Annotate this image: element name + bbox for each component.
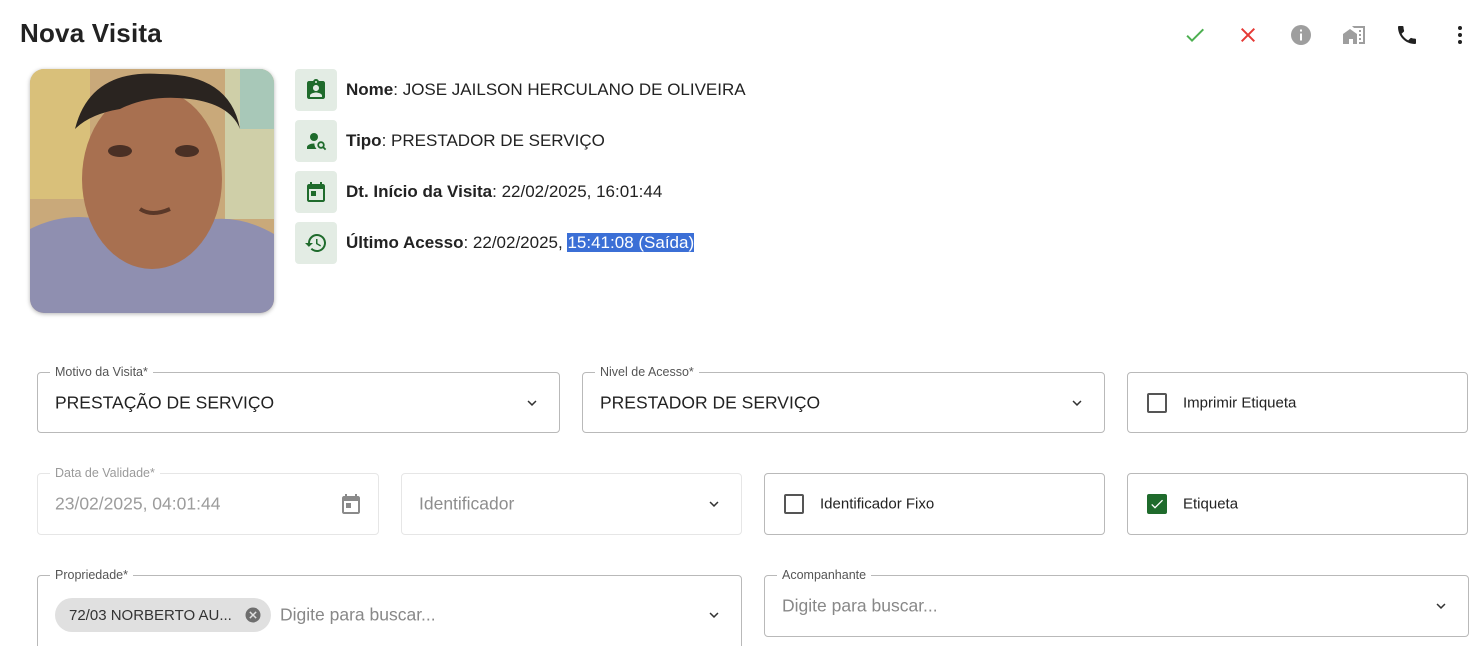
cancel-button[interactable] xyxy=(1233,20,1263,50)
close-icon xyxy=(1241,28,1255,42)
call-button[interactable] xyxy=(1392,20,1422,50)
chevron-down-icon xyxy=(709,501,719,507)
history-icon xyxy=(295,222,337,264)
type-label: Tipo xyxy=(346,131,382,150)
acompanhante-label: Acompanhante xyxy=(777,568,872,582)
motivo-label: Motivo da Visita* xyxy=(50,365,153,379)
motivo-select[interactable]: Motivo da Visita* PRESTAÇÃO DE SERVIÇO xyxy=(37,365,560,433)
visit-start: 22/02/2025, 16:01:44 xyxy=(501,182,663,201)
more-button[interactable] xyxy=(1445,20,1475,50)
identificador-fixo-label: Identificador Fixo xyxy=(820,495,935,513)
propriedade-chip: 72/03 NORBERTO AU... xyxy=(55,598,271,632)
propriedade-search-input[interactable]: Digite para buscar... xyxy=(280,605,436,626)
identificador-fixo-checkbox-field[interactable]: Identificador Fixo xyxy=(764,473,1105,535)
visitor-photo xyxy=(30,69,274,313)
motivo-value: PRESTAÇÃO DE SERVIÇO xyxy=(55,392,275,412)
nivel-acesso-value: PRESTADOR DE SERVIÇO xyxy=(600,392,821,412)
visitor-name-row: Nome: JOSE JAILSON HERCULANO DE OLIVEIRA xyxy=(295,69,746,111)
visit-start-row: Dt. Início da Visita: 22/02/2025, 16:01:… xyxy=(295,171,662,213)
last-access-time-selected: 15:41:08 (Saída) xyxy=(567,233,695,252)
calendar-icon xyxy=(295,171,337,213)
imprimir-etiqueta-label: Imprimir Etiqueta xyxy=(1183,394,1297,411)
chevron-down-icon xyxy=(1072,399,1082,406)
last-access-row: Último Acesso: 22/02/2025, 15:41:08 (Saí… xyxy=(295,222,695,264)
data-validade-label: Data de Validade* xyxy=(50,466,160,480)
start-label: Dt. Início da Visita xyxy=(346,182,493,201)
identificador-select[interactable]: Identificador xyxy=(401,473,742,535)
chevron-down-icon xyxy=(527,399,537,406)
acompanhante-autocomplete[interactable]: Acompanhante Digite para buscar... xyxy=(764,568,1469,637)
etiqueta-label: Etiqueta xyxy=(1183,495,1239,513)
name-label: Nome xyxy=(346,80,394,99)
info-icon xyxy=(1291,25,1311,45)
page-title: Nova Visita xyxy=(20,18,162,48)
propriedade-label: Propriedade* xyxy=(50,568,133,582)
more-vert-icon xyxy=(1458,26,1462,44)
visitor-type: PRESTADOR DE SERVIÇO xyxy=(391,131,605,150)
etiqueta-checkbox[interactable] xyxy=(1147,494,1167,514)
person-search-icon xyxy=(295,120,337,162)
badge-icon xyxy=(295,69,337,111)
checkmark-icon xyxy=(1151,499,1163,509)
propriedade-chip-label: 72/03 NORBERTO AU... xyxy=(69,606,231,624)
etiqueta-checkbox-field[interactable]: Etiqueta xyxy=(1127,473,1468,535)
data-validade-field: Data de Validade* 23/02/2025, 04:01:44 xyxy=(37,466,379,535)
nivel-acesso-select[interactable]: Nivel de Acesso* PRESTADOR DE SERVIÇO xyxy=(582,365,1105,433)
acompanhante-search-input[interactable]: Digite para buscar... xyxy=(782,596,938,617)
phone-icon xyxy=(1398,26,1416,44)
last-access-label: Último Acesso xyxy=(346,233,464,252)
confirm-button[interactable] xyxy=(1180,20,1210,50)
imprimir-etiqueta-checkbox[interactable] xyxy=(1147,392,1167,413)
chevron-down-icon xyxy=(709,612,719,618)
last-access-date: 22/02/2025, xyxy=(472,233,563,252)
imprimir-etiqueta-checkbox-field[interactable]: Imprimir Etiqueta xyxy=(1127,372,1468,433)
calendar-icon xyxy=(342,494,360,514)
identificador-fixo-checkbox[interactable] xyxy=(784,494,804,514)
home-work-icon xyxy=(1343,26,1365,44)
chip-remove-icon[interactable] xyxy=(244,606,262,624)
info-button[interactable] xyxy=(1286,20,1316,50)
nivel-acesso-label: Nivel de Acesso* xyxy=(595,365,699,379)
chevron-down-icon xyxy=(1436,603,1446,609)
visitor-name: JOSE JAILSON HERCULANO DE OLIVEIRA xyxy=(402,80,746,99)
visitor-type-row: Tipo: PRESTADOR DE SERVIÇO xyxy=(295,120,605,162)
check-icon xyxy=(1186,28,1204,42)
propriedade-autocomplete[interactable]: Propriedade* 72/03 NORBERTO AU... Digite… xyxy=(37,568,742,646)
data-validade-value: 23/02/2025, 04:01:44 xyxy=(55,493,221,514)
property-button[interactable] xyxy=(1339,20,1369,50)
identificador-placeholder: Identificador xyxy=(419,493,515,514)
